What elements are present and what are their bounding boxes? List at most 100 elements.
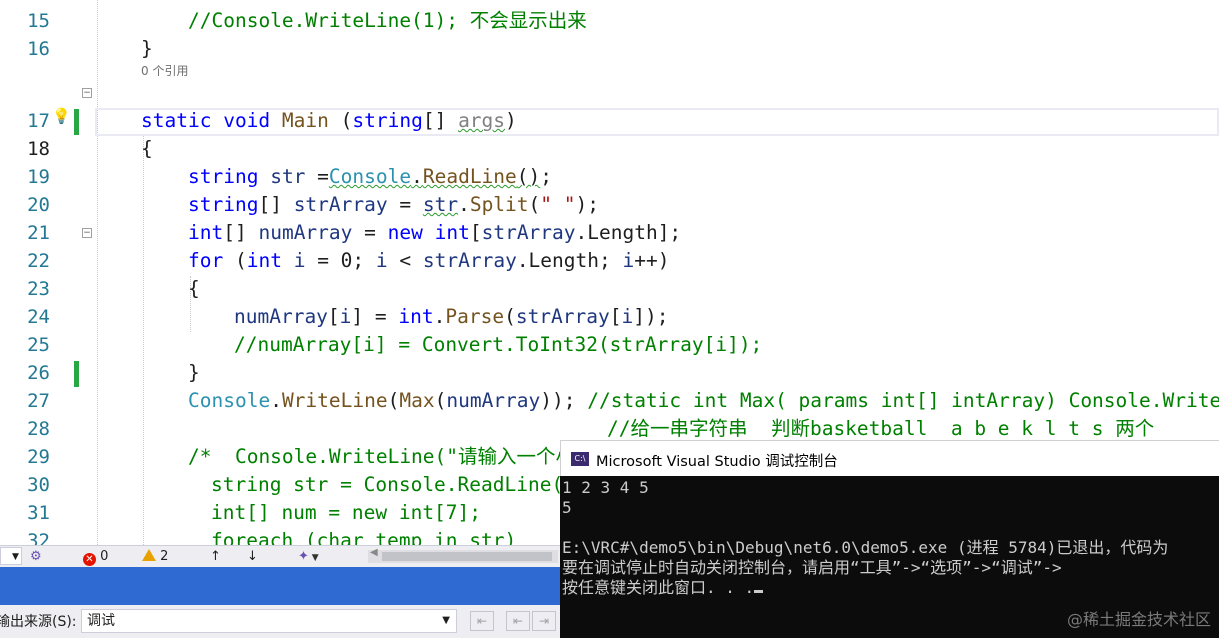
line-number: 28 <box>27 418 50 440</box>
arrow-up-icon[interactable]: ↑ <box>210 548 221 566</box>
code-token: ; <box>540 165 553 188</box>
code-text: numArray[i] = int.Parse(strArray[i]); <box>234 303 668 331</box>
code-text: string str =Console.ReadLine(); <box>188 163 552 191</box>
code-token: = <box>387 193 423 216</box>
code-text: int[] numArray = new int[strArray.Length… <box>188 219 681 247</box>
code-line[interactable]: 26} <box>0 359 1219 387</box>
error-circle-icon: ✕ <box>83 553 96 566</box>
code-token: int <box>246 249 282 272</box>
code-text: foreach (char temp in str) <box>211 527 516 545</box>
output-source-select[interactable]: 调试 ▼ <box>81 609 457 633</box>
console-cursor <box>754 590 764 593</box>
code-token: < <box>387 249 423 272</box>
code-token: WriteLine <box>281 389 388 412</box>
code-token: = <box>305 165 329 188</box>
change-marker <box>74 109 79 135</box>
code-token: [ <box>327 305 340 328</box>
code-token: ReadLine <box>422 165 517 188</box>
brush-icon[interactable]: ✦ ▼ <box>298 548 319 566</box>
horizontal-scrollbar[interactable]: ◀ <box>368 547 558 563</box>
code-token: ( <box>434 389 447 412</box>
code-token: i <box>375 249 388 272</box>
warning-count[interactable]: 2 <box>142 548 168 566</box>
arrow-down-icon[interactable]: ↓ <box>247 548 258 566</box>
line-number: 17 <box>27 110 50 132</box>
code-token: str <box>270 165 306 188</box>
code-token: Max <box>399 389 435 412</box>
code-token: ]); <box>633 305 669 328</box>
code-token: numArray <box>446 389 541 412</box>
code-line[interactable]: 17 static void Main (string[] args) <box>0 107 1219 135</box>
code-line[interactable]: 15 //Console.WriteLine(1); 不会显示出来 <box>0 7 1219 35</box>
line-number: 16 <box>27 38 50 60</box>
console-output-line: 按任意键关闭此窗口. . . <box>562 578 764 598</box>
output-source-value: 调试 <box>87 613 115 629</box>
code-text: Console.WriteLine(Max(numArray)); //stat… <box>188 387 1219 415</box>
console-output-line: 5 <box>562 498 572 517</box>
code-token: numArray <box>234 305 328 328</box>
code-line[interactable]: 19 string str =Console.ReadLine(); <box>0 163 1219 191</box>
fold-toggle[interactable]: − <box>82 228 92 238</box>
scroll-left-icon[interactable]: ◀ <box>370 547 378 558</box>
code-token: void <box>223 109 271 132</box>
code-token: .Length; <box>516 249 623 272</box>
line-number: 24 <box>27 306 50 328</box>
line-number: 19 <box>27 166 50 188</box>
code-token: . <box>458 193 470 216</box>
code-line[interactable]: 16} <box>0 35 1219 63</box>
code-token: ( <box>504 305 516 328</box>
code-token: } <box>141 37 153 60</box>
prev-message-button[interactable]: ⇤ <box>506 611 530 631</box>
code-token: } <box>188 361 200 384</box>
line-number: 27 <box>27 390 50 412</box>
code-token: i <box>339 305 352 328</box>
code-token: int <box>398 305 434 328</box>
code-text: static void Main (string[] args) <box>141 107 517 135</box>
next-message-button[interactable]: ⇥ <box>532 611 556 631</box>
code-token: foreach (char temp in str) <box>211 529 517 545</box>
code-line[interactable]: 27 Console.WriteLine(Max(numArray)); //st… <box>0 387 1219 415</box>
code-line[interactable]: 24 numArray[i] = int.Parse(strArray[i]); <box>0 303 1219 331</box>
reference-count-hint[interactable]: 0 个引用 <box>141 62 188 79</box>
code-token: " " <box>540 193 576 216</box>
line-number: 21 <box>27 222 50 244</box>
code-token: string <box>352 109 423 132</box>
line-number: 32 <box>27 530 50 545</box>
code-line[interactable]: 25 //numArray[i] = Convert.ToInt32(strArr… <box>0 331 1219 359</box>
code-token: //numArray[i] = Convert.ToInt32(strArray… <box>234 333 763 356</box>
code-token: [ <box>609 305 622 328</box>
line-number: 15 <box>27 10 50 32</box>
code-token: ++) <box>634 249 670 272</box>
code-line[interactable]: 21 int[] numArray = new int[strArray.Leng… <box>0 219 1219 247</box>
health-icon[interactable]: ⚙ <box>30 548 42 566</box>
code-token: [] <box>258 193 294 216</box>
console-output-line: 要在调试停止时自动关闭控制台，请启用“工具”->“选项”->“调试”-> <box>562 558 1062 577</box>
lightbulb-icon[interactable]: 💡 <box>52 107 71 125</box>
code-line[interactable]: 20 string[] strArray = str.Split(" "); <box>0 191 1219 219</box>
console-output-line: E:\VRC#\demo5\bin\Debug\net6.0\demo5.exe… <box>562 538 1169 557</box>
zoom-dropdown[interactable]: ▼ <box>0 547 22 565</box>
code-line[interactable]: 18 { <box>0 135 1219 163</box>
line-number: 20 <box>27 194 50 216</box>
find-message-button[interactable]: ⇤ <box>470 611 494 631</box>
code-token: Console <box>328 165 412 188</box>
error-count[interactable]: ✕ 0 <box>83 548 108 566</box>
code-token: strArray <box>422 249 517 272</box>
code-token: string <box>188 165 259 188</box>
code-token: . <box>270 389 282 412</box>
code-line[interactable]: 22 for (int i = 0; i < strArray.Length; i… <box>0 247 1219 275</box>
fold-toggle[interactable]: − <box>82 88 92 98</box>
scrollbar-thumb[interactable] <box>382 552 552 561</box>
code-line[interactable]: 28 //给一串字符串 判断basketball a b e k l t s 两个 <box>0 415 1219 443</box>
warning-triangle-icon <box>142 549 156 561</box>
code-line[interactable]: 23 { <box>0 275 1219 303</box>
console-output-line: 1 2 3 4 5 <box>562 478 649 497</box>
change-marker <box>74 361 79 387</box>
code-token: i <box>621 305 634 328</box>
console-title-bar[interactable]: C:\ Microsoft Visual Studio 调试控制台 <box>560 440 1219 476</box>
code-token: ] = <box>351 305 399 328</box>
